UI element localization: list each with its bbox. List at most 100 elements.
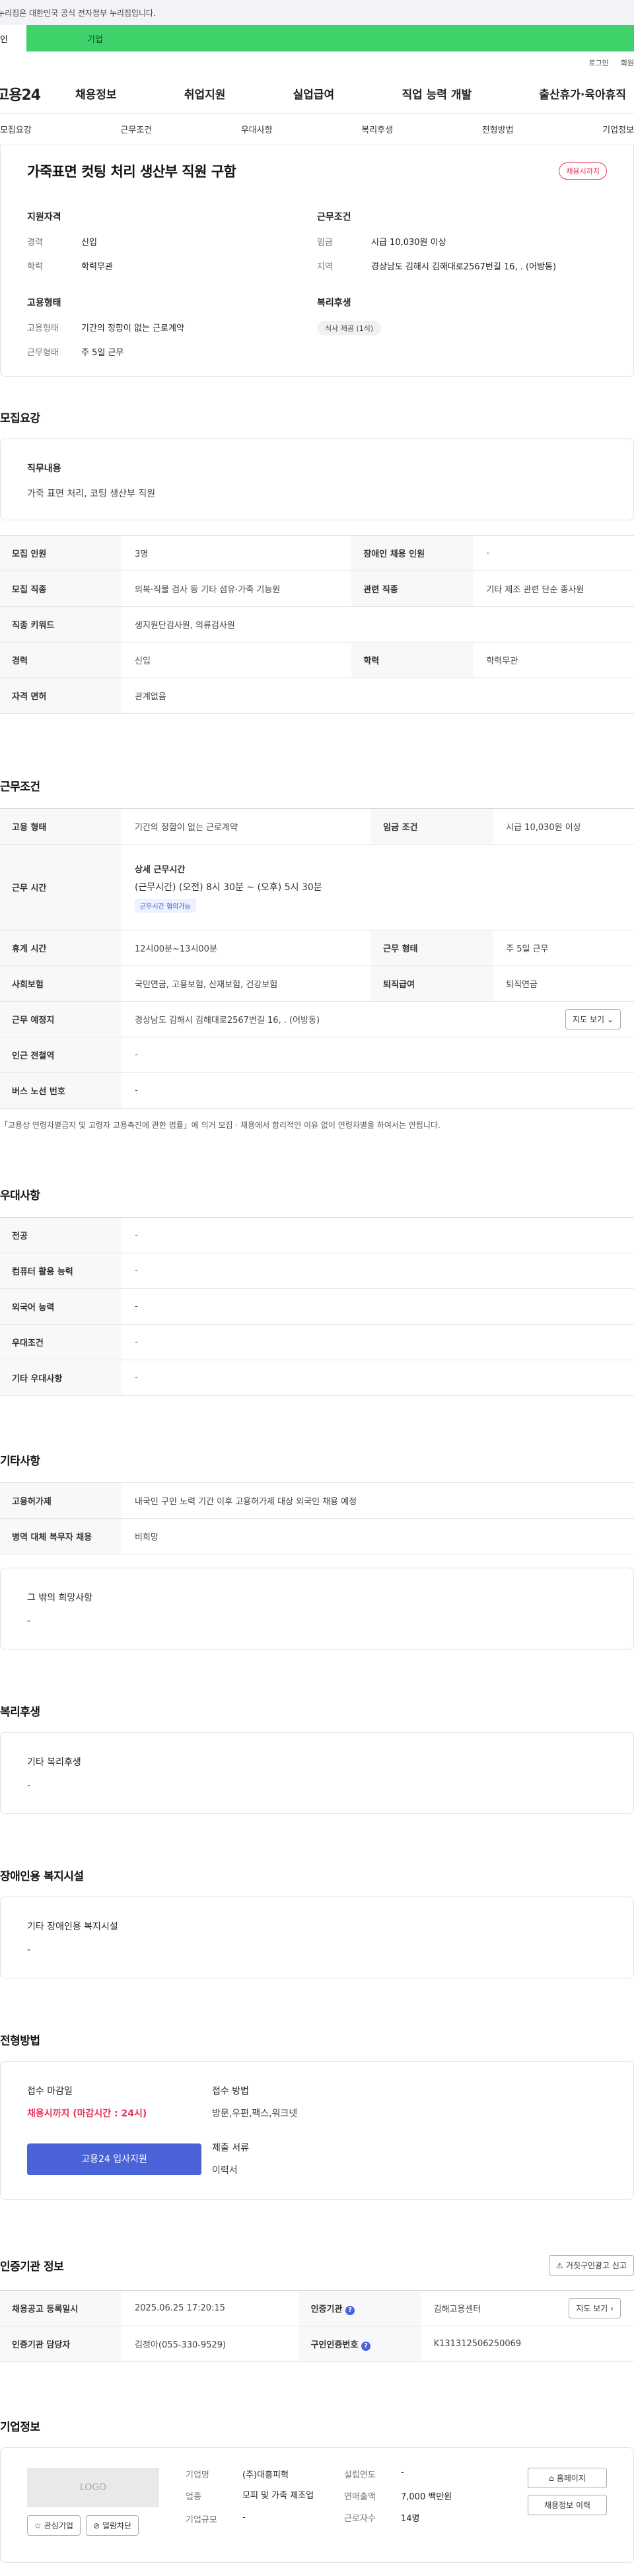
signup-link[interactable]: 회원 <box>621 57 634 68</box>
station-value: - <box>122 1037 634 1073</box>
employment-heading: 고용형태 <box>27 298 61 308</box>
menu-training[interactable]: 직업 능력 개발 <box>402 85 472 102</box>
career-value: 신입 <box>81 238 97 248</box>
pref-other-label: 기타 우대사항 <box>0 1360 122 1396</box>
company-heading: 기업정보 <box>0 2421 40 2434</box>
welfare-value: - <box>27 1780 31 1791</box>
language-label: 외국어 능력 <box>0 1288 122 1325</box>
subnav-requirements[interactable]: 모집요강 <box>0 123 32 135</box>
size-value: - <box>242 2512 246 2523</box>
disabled-label: 장애인 채용 인원 <box>351 535 474 571</box>
sales-label: 연매출액 <box>344 2492 376 2502</box>
company-name-value: (주)대흥피혁 <box>242 2470 289 2480</box>
registered-value: 2025.06.25 17:20:15 <box>122 2290 299 2326</box>
chevron-right-icon: › <box>610 2304 614 2313</box>
info-icon[interactable]: ? <box>361 2341 370 2351</box>
legal-note: 「고용상 연령차별금지 및 고령자 고용촉진에 관한 법률」에 의거 모집 · … <box>0 1121 440 1130</box>
info-icon[interactable]: ? <box>345 2305 355 2315</box>
job-summary-card: 가죽표면 컷팅 처리 생산부 직원 구함 채용시까지 지원자격 경력 신입 학력 학… <box>0 145 634 377</box>
occupation-label: 모집 직종 <box>0 571 122 607</box>
apply-button[interactable]: 고용24 입사지원 <box>27 2143 201 2175</box>
table-row: 외국어 능력 - <box>0 1288 634 1325</box>
etc-value: - <box>27 1616 31 1626</box>
tab-personal[interactable]: 인 <box>0 25 26 52</box>
report-button[interactable]: ⚠ 거짓구인광고 신고 <box>549 2255 634 2276</box>
agency-header: 인증기관 정보 ⚠ 거짓구인광고 신고 <box>0 2255 634 2276</box>
company-box: LOGO ☆ 관심기업 ⊘ 열람차단 기업명 (주)대흥피혁 업종 모피 및 가죽 제조… <box>0 2447 634 2563</box>
computer-label: 컴퓨터 활용 능력 <box>0 1253 122 1289</box>
method-value: 방문,우편,팩스,워크넷 <box>212 2108 298 2119</box>
table-row: 버스 노선 번호 - <box>0 1072 634 1109</box>
hours-negotiable-tag: 근무시간 협의가능 <box>135 898 196 913</box>
menu-leave[interactable]: 출산휴가·육아휴직 <box>539 85 626 102</box>
homepage-button[interactable]: ⌂ 홈페이지 <box>528 2468 607 2488</box>
block-icon: ⊘ <box>92 2521 100 2530</box>
cond-wage-label: 임금 조건 <box>371 808 493 845</box>
insurance-value: 국민연금, 고용보험, 산재보험, 건강보험 <box>122 965 372 1002</box>
conditions-heading: 근무조건 <box>0 781 40 794</box>
number-label: 구인인증번호 <box>310 2340 359 2350</box>
disabled-value: - <box>473 535 634 571</box>
company-info-left: 기업명 (주)대흥피혁 업종 모피 및 가죽 제조업 기업규모 - <box>186 2468 344 2536</box>
menu-employment-support[interactable]: 취업지원 <box>184 85 226 102</box>
table-row: 자격 면허 관계없음 <box>0 678 634 714</box>
related-label: 관련 직종 <box>351 571 474 607</box>
menu-jobs[interactable]: 채용정보 <box>75 85 117 102</box>
star-icon: ☆ <box>34 2521 42 2530</box>
agency-label-cell: 인증기관 ? <box>299 2290 421 2326</box>
subnav-company[interactable]: 기업정보 <box>602 123 634 135</box>
conditions-table: 고용 형태 기간의 정함이 없는 근로계약 임금 조건 시급 10,030원 이… <box>0 808 634 1109</box>
table-row: 컴퓨터 활용 능력 - <box>0 1253 634 1289</box>
req-edu-value: 학력무관 <box>473 642 634 678</box>
industry-label: 업종 <box>186 2492 201 2502</box>
interest-label: 관심기업 <box>44 2521 73 2530</box>
subnav-welfare[interactable]: 복리후생 <box>361 123 393 135</box>
notice-text: 누리집은 대한민국 공식 전자정부 누리집입니다. <box>0 8 156 18</box>
subnav-conditions[interactable]: 근무조건 <box>120 123 152 135</box>
interest-button[interactable]: ☆ 관심기업 <box>27 2515 81 2536</box>
table-row: 고용허가제 내국인 구인 노력 기간 이후 고용허가제 대상 외국인 채용 예정 <box>0 1482 634 1519</box>
industry-value: 모피 및 가죽 제조업 <box>242 2491 314 2501</box>
size-label: 기업규모 <box>186 2515 217 2525</box>
company-logo: LOGO <box>27 2468 159 2507</box>
insurance-label: 사회보험 <box>0 965 122 1002</box>
cond-emp-type-label: 고용 형태 <box>0 808 122 845</box>
military-label: 병역 대체 복무자 채용 <box>0 1518 122 1554</box>
agency-map-button[interactable]: 지도 보기 › <box>569 2298 621 2318</box>
table-row: 직종 키워드 생지원단검사원, 의류검사원 <box>0 606 634 643</box>
site-logo[interactable]: 고용24 <box>0 83 75 104</box>
block-label: 열람차단 <box>102 2521 132 2530</box>
utility-links: 로그인 회원 <box>0 52 634 74</box>
welfare-section-heading: 복리후생 <box>0 1706 40 1719</box>
map-button[interactable]: 지도 보기 ⌄ <box>565 1009 621 1029</box>
table-row: 모집 인원 3명 장애인 채용 인원 - <box>0 535 634 571</box>
keyword-label: 직종 키워드 <box>0 606 122 643</box>
subnav-selection[interactable]: 전형방법 <box>482 123 514 135</box>
company-logo-column: LOGO ☆ 관심기업 ⊘ 열람차단 <box>27 2468 186 2536</box>
requirements-heading: 모집요강 <box>0 412 40 425</box>
work-type-value: 주 5일 근무 <box>81 348 124 358</box>
history-button[interactable]: 채용정보 이력 <box>528 2495 607 2515</box>
pref-other-value: - <box>122 1360 634 1396</box>
permit-value: 내국인 구인 노력 기간 이후 고용허가제 대상 외국인 채용 예정 <box>122 1482 634 1519</box>
employees-label: 근로자수 <box>344 2514 376 2524</box>
block-button[interactable]: ⊘ 열람차단 <box>85 2515 139 2536</box>
employees-value: 14명 <box>401 2514 420 2524</box>
major-label: 전공 <box>0 1217 122 1253</box>
location-cell: 경상남도 김해시 김해대로2567번길 16, . (어방동) 지도 보기 ⌄ <box>122 1001 634 1037</box>
subnav-preferences[interactable]: 우대사항 <box>241 123 273 135</box>
requirements-table: 모집 인원 3명 장애인 채용 인원 - 모집 직종 의복·직물 검사 등 기타… <box>0 535 634 714</box>
agency-map-label: 지도 보기 <box>576 2304 608 2313</box>
keyword-value: 생지원단검사원, 의류검사원 <box>122 606 634 643</box>
agency-value: 김해고용센터 <box>433 2305 481 2315</box>
login-link[interactable]: 로그인 <box>588 57 608 68</box>
method-column: 접수 방법 방문,우편,팩스,워크넷 제출 서류 이력서 <box>212 2084 297 2176</box>
tab-business[interactable]: 기업 <box>63 25 127 52</box>
others-table: 고용허가제 내국인 구인 노력 기간 이후 고용허가제 대상 외국인 채용 예정 … <box>0 1482 634 1554</box>
main-menu: 채용정보 취업지원 실업급여 직업 능력 개발 출산휴가·육아휴직 <box>75 85 634 102</box>
menu-unemployment[interactable]: 실업급여 <box>293 85 335 102</box>
deadline-column: 접수 마감일 채용시까지 (마감시간 : 24시) 고용24 입사지원 <box>27 2084 212 2176</box>
section-nav: 모집요강 근무조건 우대사항 복리후생 전형방법 기업정보 <box>0 114 634 145</box>
agency-heading: 인증기관 정보 <box>0 2260 64 2274</box>
region-value: 경상남도 김해시 김해대로2567번길 16, . (어방동) <box>371 262 557 272</box>
